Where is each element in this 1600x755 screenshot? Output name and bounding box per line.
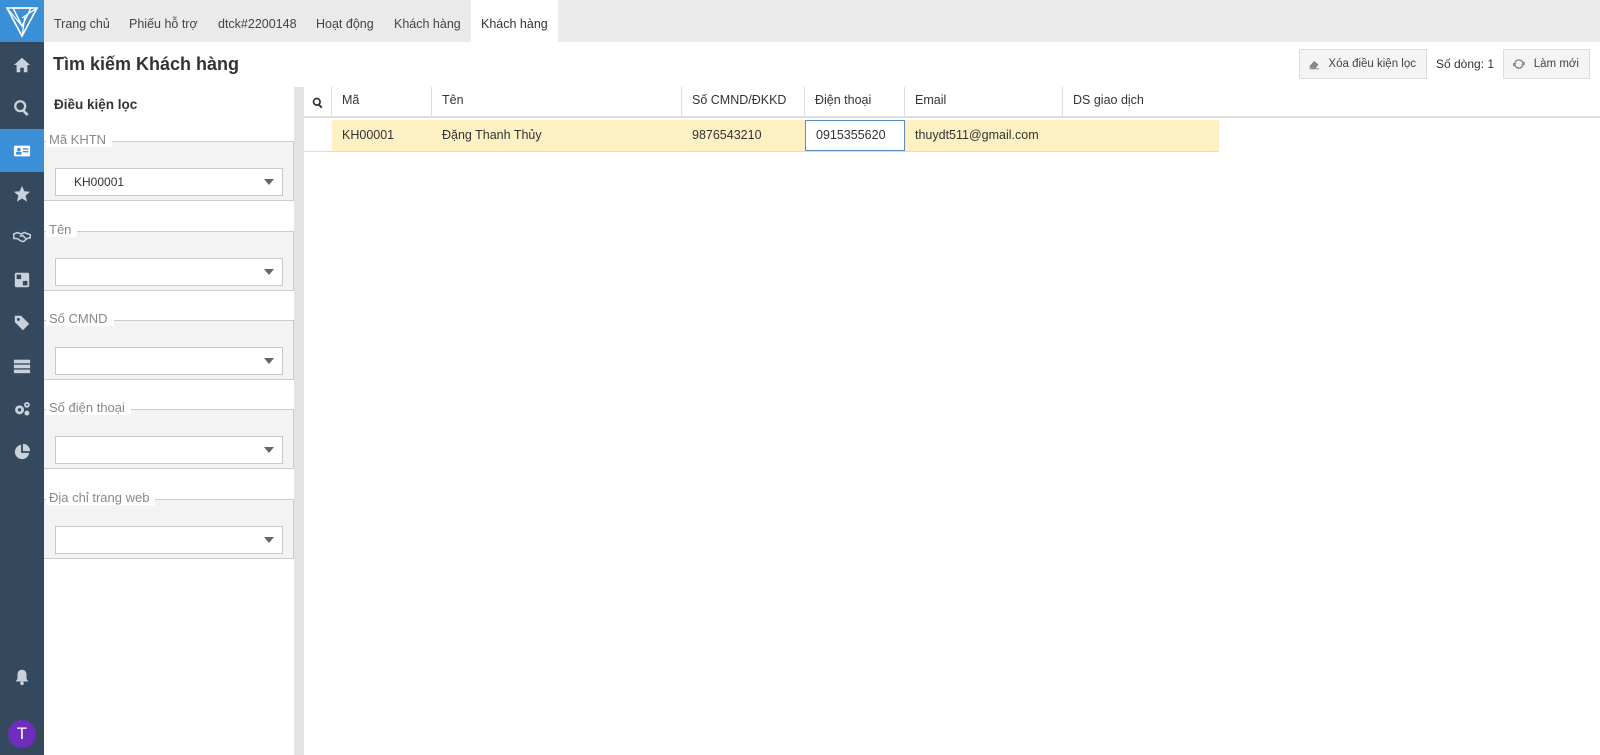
gears-icon[interactable] bbox=[0, 387, 44, 430]
tab-khach-hang-active[interactable]: Khách hàng bbox=[471, 0, 558, 42]
filter-label: Địa chỉ trang web bbox=[46, 490, 156, 505]
bell-icon[interactable] bbox=[0, 655, 44, 698]
filter-label: Mã KHTN bbox=[46, 132, 113, 147]
filter-title: Điều kiện lọc bbox=[54, 97, 138, 112]
contact-card-icon[interactable] bbox=[0, 129, 44, 172]
tab-hoat-dong[interactable]: Hoạt động bbox=[306, 0, 384, 42]
cell-ds-giao-dich[interactable] bbox=[1063, 120, 1219, 151]
avatar[interactable]: T bbox=[8, 720, 36, 748]
cell-email[interactable]: thuydt511@gmail.com bbox=[905, 120, 1063, 151]
cell-ten[interactable]: Đặng Thanh Thủy bbox=[432, 120, 682, 151]
grid-header: Mã Tên Số CMND/ĐKKD Điện thoại Email DS … bbox=[304, 87, 1600, 118]
results-grid: Mã Tên Số CMND/ĐKKD Điện thoại Email DS … bbox=[304, 87, 1600, 755]
chevron-down-icon bbox=[264, 269, 274, 275]
pie-chart-icon[interactable] bbox=[0, 430, 44, 473]
panel-splitter[interactable] bbox=[294, 87, 304, 755]
cell-ma[interactable]: KH00001 bbox=[332, 120, 432, 151]
filter-so-dien-thoai: Số điện thoại bbox=[44, 400, 294, 469]
dashboard-icon[interactable] bbox=[0, 258, 44, 301]
filter-label: Số CMND bbox=[46, 311, 114, 326]
left-nav-rail: T bbox=[0, 0, 44, 755]
chevron-down-icon bbox=[264, 537, 274, 543]
filter-label: Số điện thoại bbox=[46, 400, 131, 415]
filter-label: Tên bbox=[46, 222, 78, 237]
clear-filter-button[interactable]: Xóa điều kiện lọc bbox=[1299, 49, 1427, 79]
server-icon[interactable] bbox=[0, 344, 44, 387]
tab-bar: Trang chủ Phiếu hỗ trợ dtck#2200148 Hoạt… bbox=[44, 0, 1600, 42]
ten-select[interactable] bbox=[55, 258, 283, 286]
page-title: Tìm kiếm Khách hàng bbox=[53, 54, 240, 74]
tab-phieu-ho-tro[interactable]: Phiếu hỗ trợ bbox=[119, 0, 208, 42]
eraser-icon bbox=[1309, 60, 1320, 70]
app-logo[interactable] bbox=[0, 0, 44, 42]
chevron-down-icon bbox=[264, 358, 274, 364]
chevron-down-icon bbox=[264, 179, 274, 185]
column-header-dien-thoai[interactable]: Điện thoại bbox=[805, 87, 905, 118]
cell-dien-thoai[interactable]: 0915355620 bbox=[805, 120, 905, 151]
filter-panel: Điều kiện lọc Mã KHTN KH00001 Tên Số CMN… bbox=[44, 87, 294, 755]
dia-chi-web-select[interactable] bbox=[55, 526, 283, 554]
row-selector[interactable] bbox=[304, 120, 332, 151]
filter-dia-chi-web: Địa chỉ trang web bbox=[44, 490, 294, 559]
refresh-button[interactable]: Làm mới bbox=[1503, 49, 1590, 79]
ma-khtn-select[interactable]: KH00001 bbox=[55, 168, 283, 196]
refresh-icon bbox=[1513, 59, 1525, 69]
column-header-ds-giao-dich[interactable]: DS giao dịch bbox=[1063, 87, 1219, 118]
handshake-icon[interactable] bbox=[0, 215, 44, 258]
search-icon[interactable] bbox=[0, 86, 44, 129]
tab-dtck[interactable]: dtck#2200148 bbox=[208, 0, 307, 42]
so-dien-thoai-select[interactable] bbox=[55, 436, 283, 464]
tab-trang-chu[interactable]: Trang chủ bbox=[44, 0, 120, 42]
tag-icon[interactable] bbox=[0, 301, 44, 344]
table-row[interactable]: KH00001 Đặng Thanh Thủy 9876543210 09153… bbox=[304, 120, 1219, 152]
column-header-ma[interactable]: Mã bbox=[332, 87, 432, 118]
column-header-cmnd[interactable]: Số CMND/ĐKKD bbox=[682, 87, 805, 118]
cell-cmnd[interactable]: 9876543210 bbox=[682, 120, 805, 151]
filter-ten: Tên bbox=[44, 222, 294, 291]
tab-khach-hang[interactable]: Khách hàng bbox=[384, 0, 471, 42]
row-count: Số dòng: 1 bbox=[1436, 57, 1495, 71]
so-cmnd-select[interactable] bbox=[55, 347, 283, 375]
chevron-down-icon bbox=[264, 447, 274, 453]
star-icon[interactable] bbox=[0, 172, 44, 215]
home-icon[interactable] bbox=[0, 43, 44, 86]
filter-so-cmnd: Số CMND bbox=[44, 311, 294, 380]
logo-icon bbox=[5, 7, 39, 38]
search-icon bbox=[312, 97, 322, 108]
column-header-ten[interactable]: Tên bbox=[432, 87, 682, 118]
filter-ma-khtn: Mã KHTN KH00001 bbox=[44, 132, 294, 201]
column-header-email[interactable]: Email bbox=[905, 87, 1063, 118]
grid-search-button[interactable] bbox=[304, 87, 332, 118]
